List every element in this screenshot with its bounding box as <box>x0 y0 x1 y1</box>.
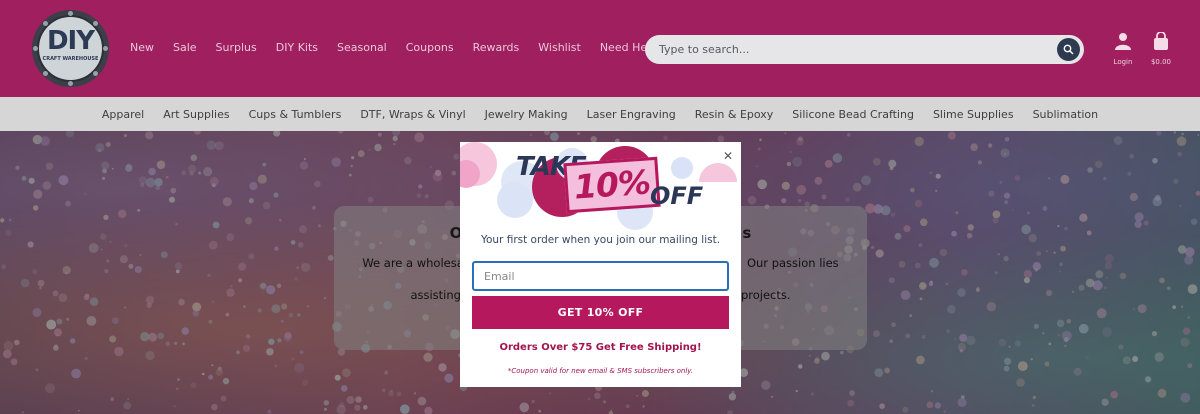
shopping-bag-icon <box>1154 31 1168 50</box>
nav-link-coupons[interactable]: Coupons <box>406 41 454 54</box>
logo-bolt <box>68 81 73 86</box>
nav-link-wishlist[interactable]: Wishlist <box>538 41 581 54</box>
search-icon <box>1063 44 1074 55</box>
category-link-art-supplies[interactable]: Art Supplies <box>163 108 229 121</box>
promo-percent-badge: 10% <box>563 156 661 214</box>
user-icon <box>1115 33 1131 50</box>
email-field[interactable] <box>472 261 729 291</box>
category-link-dtf-wraps-vinyl[interactable]: DTF, Wraps & Vinyl <box>360 108 465 121</box>
logo-subtitle: CRAFT WAREHOUSE <box>42 56 99 62</box>
nav-link-surplus[interactable]: Surplus <box>216 41 257 54</box>
get-discount-button[interactable]: GET 10% OFF <box>472 296 729 329</box>
diy-craft-warehouse-logo[interactable]: DIY CRAFT WAREHOUSE <box>32 10 109 87</box>
category-link-laser-engraving[interactable]: Laser Engraving <box>587 108 676 121</box>
search-bar[interactable]: Type to search... <box>645 35 1084 64</box>
category-link-sublimation[interactable]: Sublimation <box>1033 108 1099 121</box>
logo-bolt <box>68 11 73 16</box>
cart-total: $0.00 <box>1150 58 1172 66</box>
category-link-cups-tumblers[interactable]: Cups & Tumblers <box>249 108 342 121</box>
close-icon[interactable]: ✕ <box>723 150 733 162</box>
nav-link-rewards[interactable]: Rewards <box>473 41 520 54</box>
category-link-silicone-bead-crafting[interactable]: Silicone Bead Crafting <box>792 108 914 121</box>
category-link-jewelry-making[interactable]: Jewelry Making <box>485 108 568 121</box>
search-placeholder: Type to search... <box>659 43 750 56</box>
category-link-slime-supplies[interactable]: Slime Supplies <box>933 108 1014 121</box>
account-link[interactable]: Login <box>1108 32 1138 66</box>
coupon-fine-print: *Coupon valid for new email & SMS subscr… <box>507 367 694 375</box>
nav-link-new[interactable]: New <box>130 41 154 54</box>
promo-off-text: OFF <box>650 182 704 210</box>
logo-wordmark: DIY <box>46 26 95 56</box>
promo-tagline: Your first order when you join our maili… <box>480 234 721 246</box>
category-link-resin-epoxy[interactable]: Resin & Epoxy <box>695 108 774 121</box>
cart-link[interactable]: $0.00 <box>1146 31 1176 66</box>
logo-bolt <box>43 71 48 76</box>
category-link-apparel[interactable]: Apparel <box>102 108 144 121</box>
account-label: Login <box>1113 58 1133 66</box>
logo-bolt <box>93 71 98 76</box>
category-nav: Apparel Art Supplies Cups & Tumblers DTF… <box>0 97 1200 131</box>
free-shipping-notice: Orders Over $75 Get Free Shipping! <box>499 342 702 353</box>
site-header: DIY CRAFT WAREHOUSE New Sale Surplus DIY… <box>0 0 1200 97</box>
newsletter-popup: ✕ TAKE 10% OFF Your first order when you… <box>460 142 741 387</box>
nav-link-sale[interactable]: Sale <box>173 41 197 54</box>
main-nav: New Sale Surplus DIY Kits Seasonal Coupo… <box>130 41 682 54</box>
search-button[interactable] <box>1057 38 1080 61</box>
nav-link-seasonal[interactable]: Seasonal <box>337 41 387 54</box>
nav-link-diy-kits[interactable]: DIY Kits <box>276 41 318 54</box>
